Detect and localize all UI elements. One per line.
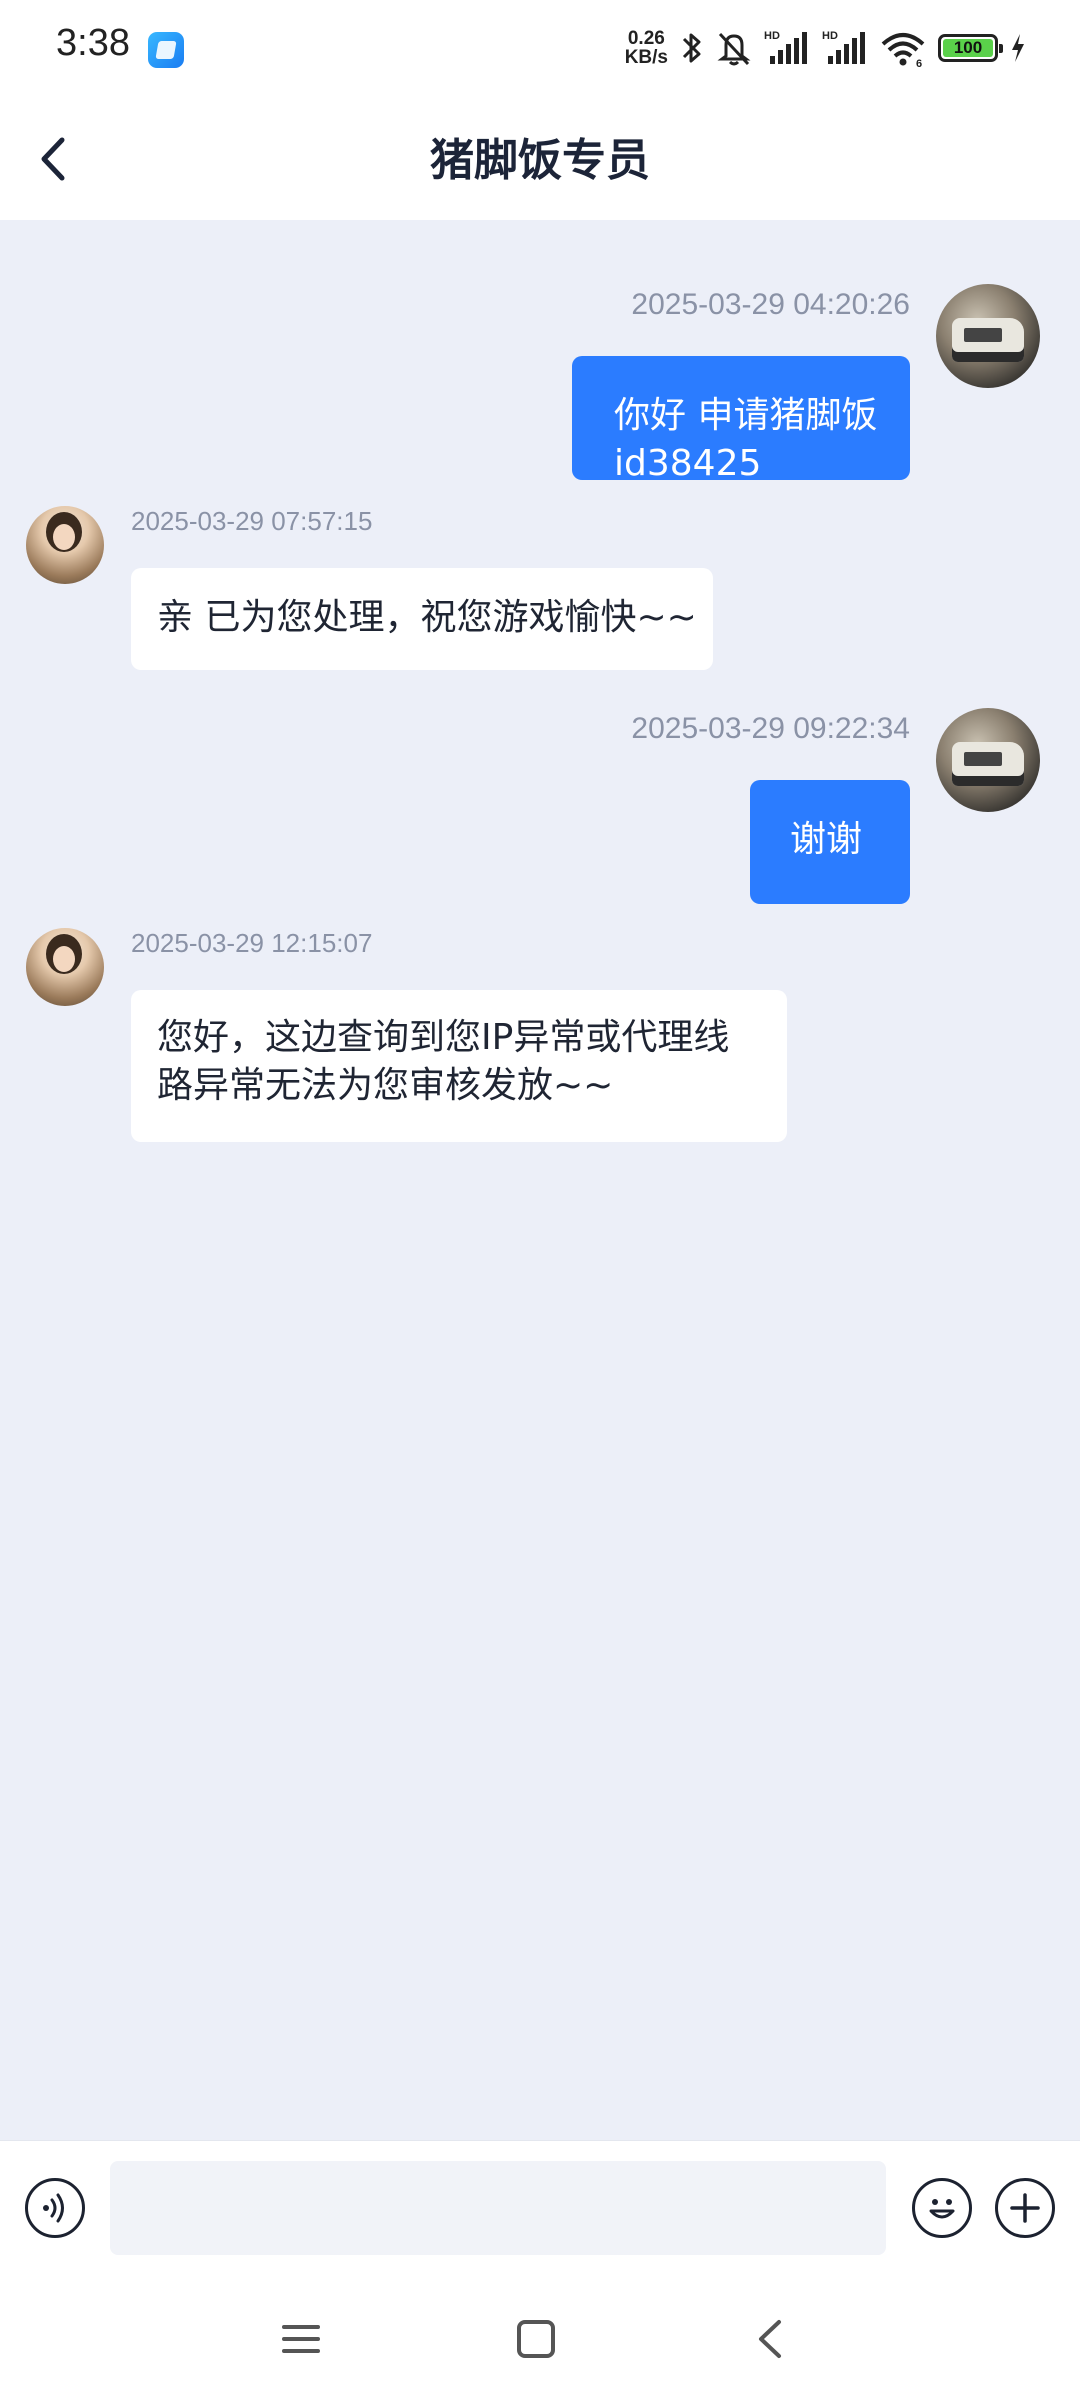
message-input-bar bbox=[0, 2140, 1080, 2275]
nav-back-button[interactable] bbox=[735, 2304, 805, 2374]
network-speed-unit: KB/s bbox=[624, 47, 668, 68]
page-title: 猪脚饭专员 bbox=[430, 135, 650, 186]
message-input[interactable] bbox=[110, 2161, 886, 2255]
app-notification-icon bbox=[148, 32, 184, 68]
nav-home-button[interactable] bbox=[501, 2304, 571, 2374]
network-speed-value: 0.26 bbox=[627, 28, 665, 49]
nav-back-icon bbox=[759, 2320, 781, 2358]
voice-button[interactable] bbox=[25, 2178, 85, 2238]
incoming-message-bubble[interactable]: 亲 已为您处理，祝您游戏愉快~~ bbox=[131, 568, 713, 670]
battery-icon: 100 bbox=[938, 34, 1003, 62]
svg-text:6: 6 bbox=[916, 58, 922, 68]
user-avatar[interactable] bbox=[936, 708, 1040, 812]
charging-icon bbox=[1012, 34, 1024, 62]
home-square-icon bbox=[517, 2320, 555, 2358]
plus-icon bbox=[1010, 2193, 1040, 2223]
signal-hd-icon-2: HD bbox=[822, 30, 865, 64]
agent-avatar[interactable] bbox=[26, 928, 104, 1006]
agent-avatar[interactable] bbox=[26, 506, 104, 584]
signal-hd-icon-1: HD bbox=[764, 30, 807, 64]
message-timestamp: 2025-03-29 04:20:26 bbox=[631, 288, 910, 321]
message-text-line: 路异常无法为您审核发放~~ bbox=[157, 1065, 614, 1106]
emoji-button[interactable] bbox=[912, 2178, 972, 2238]
message-timestamp: 2025-03-29 09:22:34 bbox=[631, 712, 910, 745]
bluetooth-icon bbox=[682, 33, 701, 63]
network-speed: 0.26 KB/s bbox=[625, 29, 668, 67]
mute-bell-icon bbox=[717, 32, 751, 66]
incoming-message-bubble[interactable]: 您好，这边查询到您IP异常或代理线 路异常无法为您审核发放~~ bbox=[131, 990, 787, 1142]
message-text: 亲 已为您处理，祝您游戏愉快~~ bbox=[157, 597, 697, 638]
message-timestamp: 2025-03-29 07:57:15 bbox=[131, 506, 373, 536]
battery-level: 100 bbox=[943, 38, 993, 57]
nav-menu-button[interactable] bbox=[266, 2304, 336, 2374]
system-navigation-bar bbox=[0, 2274, 1080, 2400]
chat-header: 猪脚饭专员 bbox=[0, 96, 1080, 220]
user-avatar[interactable] bbox=[936, 284, 1040, 388]
status-time: 3:38 bbox=[56, 22, 130, 64]
outgoing-message-bubble[interactable]: 你好 申请猪脚饭 id38425 bbox=[572, 356, 910, 484]
voice-icon bbox=[43, 2193, 64, 2223]
status-bar: 3:38 0.26 KB/s HD HD 6 100 bbox=[0, 0, 1080, 96]
message-timestamp: 2025-03-29 12:15:07 bbox=[131, 928, 373, 958]
svg-text:HD: HD bbox=[822, 30, 838, 42]
message-text-line: 您好，这边查询到您IP异常或代理线 bbox=[157, 1017, 730, 1058]
svg-text:HD: HD bbox=[764, 30, 780, 42]
wifi-icon: 6 bbox=[881, 33, 925, 68]
message-text: 你好 申请猪脚饭 id38425 bbox=[614, 395, 878, 484]
menu-icon bbox=[282, 2325, 320, 2353]
more-options-button[interactable] bbox=[995, 2178, 1055, 2238]
outgoing-message-bubble[interactable]: 谢谢 bbox=[750, 780, 910, 904]
message-text: 谢谢 bbox=[790, 819, 863, 860]
chat-message-list[interactable]: 2025-03-29 04:20:26 你好 申请猪脚饭 id38425 202… bbox=[0, 220, 1080, 2140]
status-icons: 0.26 KB/s HD HD 6 100 bbox=[625, 26, 1026, 70]
emoji-icon bbox=[929, 2199, 955, 2219]
